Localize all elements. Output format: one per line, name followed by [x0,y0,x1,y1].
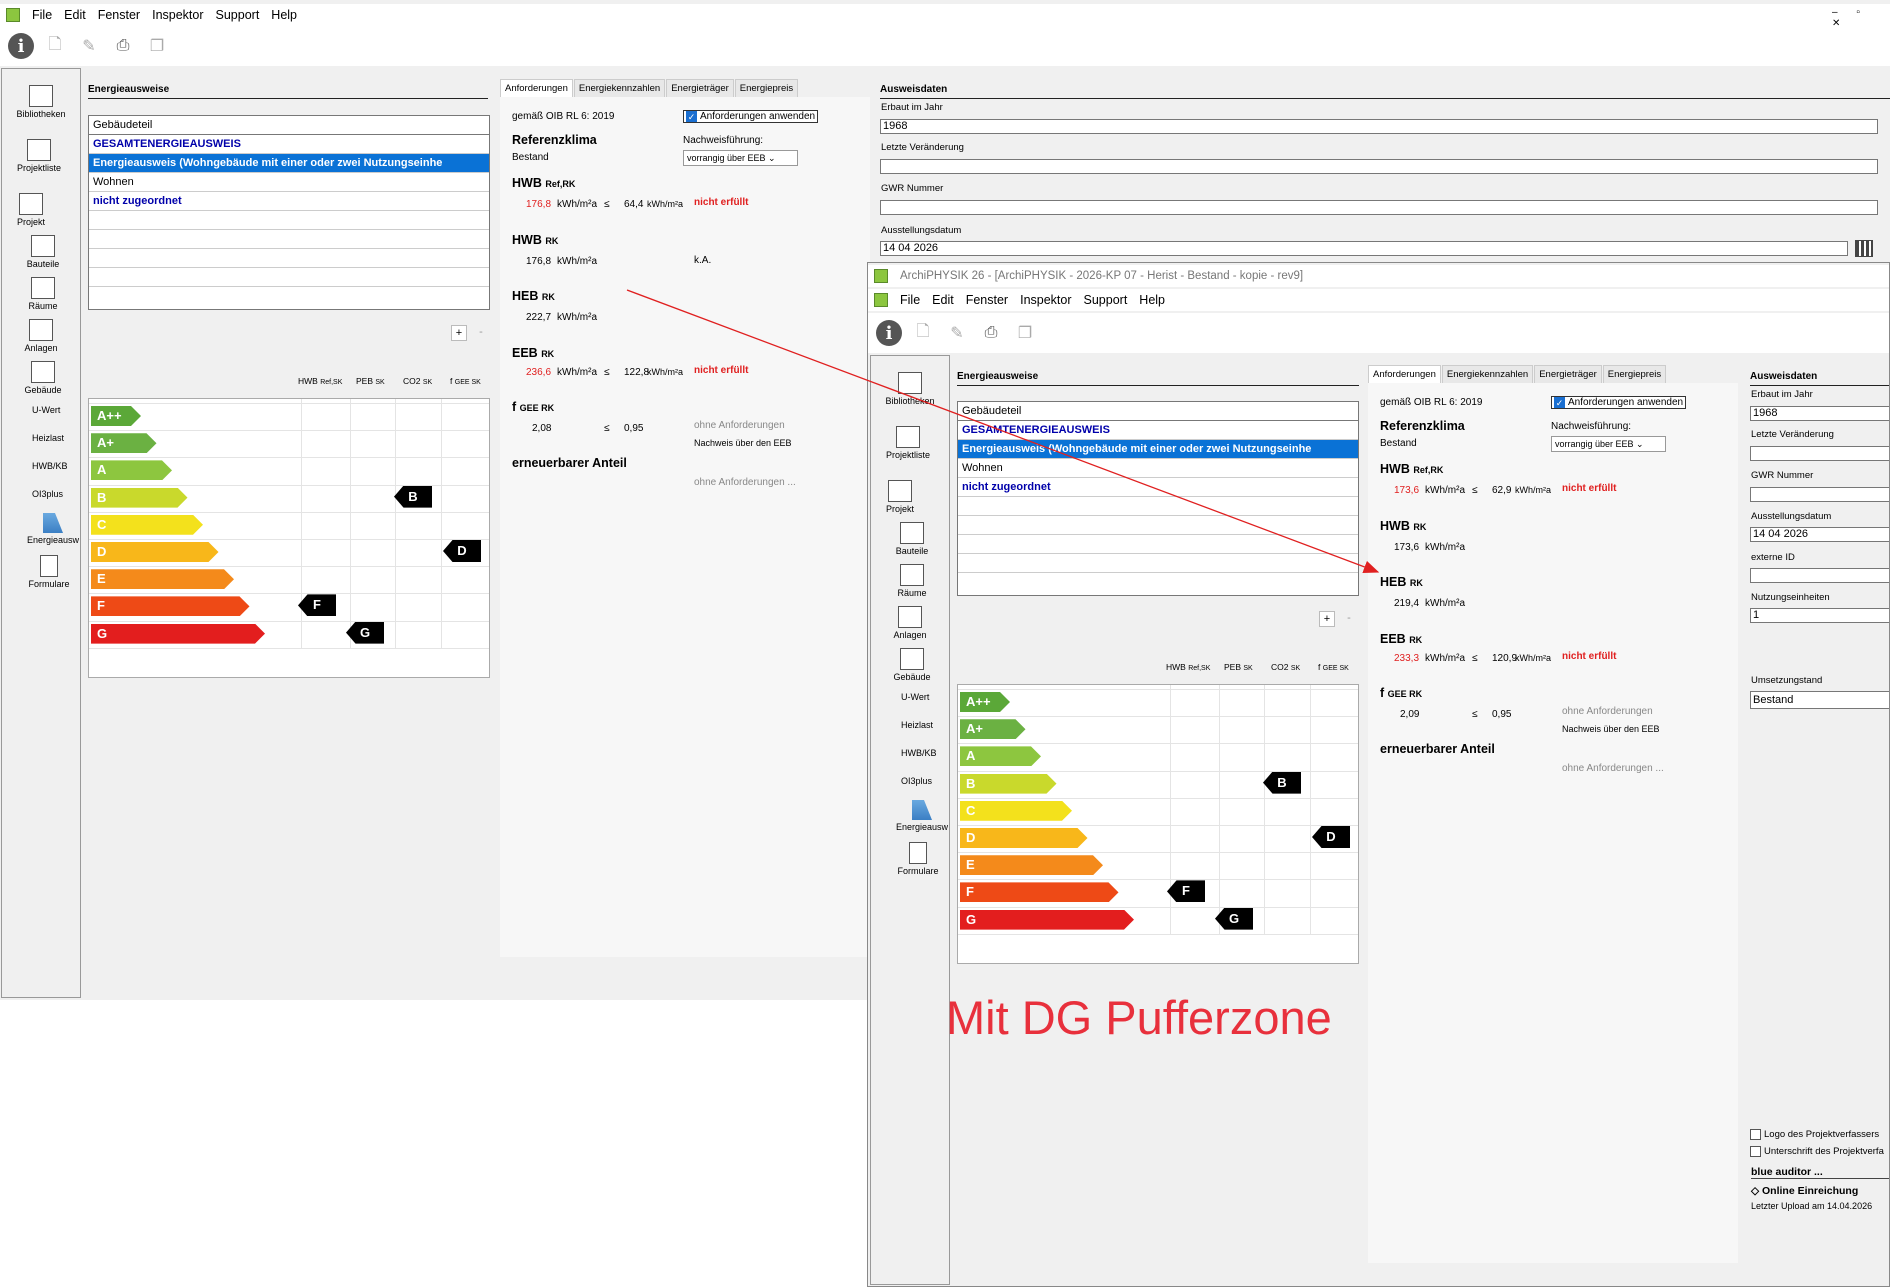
annotation-arrow [626,289,1380,574]
